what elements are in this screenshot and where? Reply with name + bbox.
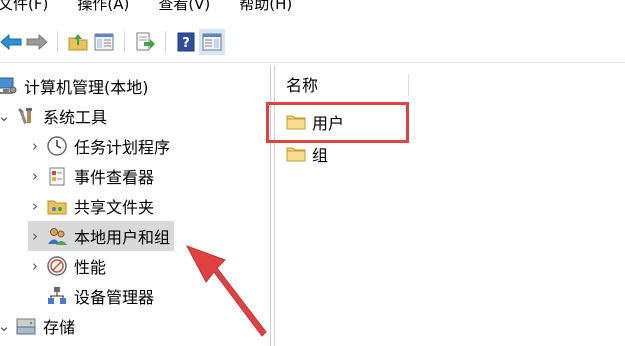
annotation-arrow [185, 245, 267, 337]
